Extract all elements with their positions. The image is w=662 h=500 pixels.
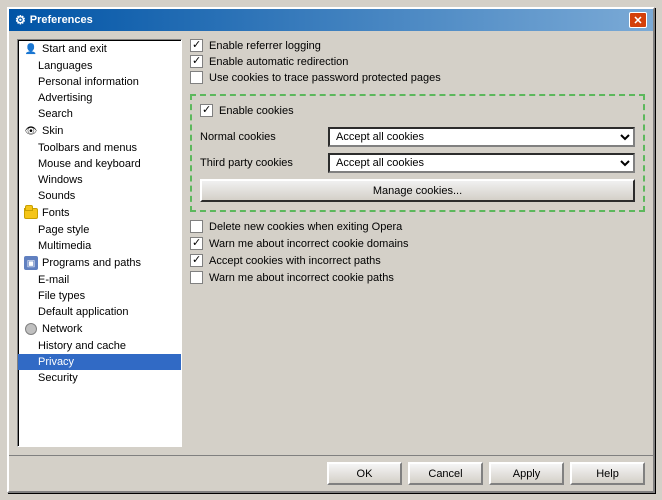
use-cookies-trace-checkbox[interactable] [190,71,203,84]
auto-redirect-row: Enable automatic redirection [190,55,645,68]
enable-redirect-checkbox[interactable] [190,55,203,68]
network-icon [24,322,38,336]
close-button[interactable]: ✕ [629,12,647,28]
cookies-box: Enable cookies Normal cookies Accept all… [190,94,645,212]
delete-new-cookies-row: Delete new cookies when exiting Opera [190,220,645,233]
sidebar-item-security[interactable]: Security [18,370,181,386]
sidebar-item-programs-paths[interactable]: ▣ Programs and paths [18,254,181,272]
warn-incorrect-paths-row: Warn me about incorrect cookie paths [190,271,645,284]
enable-cookies-row: Enable cookies [200,104,635,117]
sidebar-item-privacy[interactable]: Privacy [18,354,181,370]
bottom-checkboxes: Delete new cookies when exiting Opera Wa… [190,220,645,284]
sidebar-item-mouse-keyboard[interactable]: Mouse and keyboard [18,156,181,172]
sidebar-item-personal-info[interactable]: Personal information [18,74,181,90]
content-area: 👤 Start and exit Languages Personal info… [9,31,653,455]
normal-cookies-dropdown[interactable]: Accept all cookies Accept only from this… [328,127,635,147]
third-party-cookies-dropdown[interactable]: Accept all cookies Accept only from this… [328,153,635,173]
warn-incorrect-domains-row: Warn me about incorrect cookie domains [190,237,645,250]
help-button[interactable]: Help [570,462,645,485]
sidebar-item-advertising[interactable]: Advertising [18,90,181,106]
sidebar-item-search[interactable]: Search [18,106,181,122]
title-bar-text: ⚙ Preferences [15,13,93,27]
sidebar-item-email[interactable]: E-mail [18,272,181,288]
trace-cookies-row: Use cookies to trace password protected … [190,71,645,84]
third-party-cookies-row: Third party cookies Accept all cookies A… [200,153,635,173]
sidebar-item-default-application[interactable]: Default application [18,304,181,320]
folder-icon [24,206,38,220]
sidebar-item-network[interactable]: Network [18,320,181,338]
sidebar-item-windows[interactable]: Windows [18,172,181,188]
enable-referrer-checkbox[interactable] [190,39,203,52]
top-checkboxes: Enable referrer logging Enable automatic… [190,39,645,84]
warn-incorrect-paths-checkbox[interactable] [190,271,203,284]
sidebar: 👤 Start and exit Languages Personal info… [17,39,182,447]
main-panel: Enable referrer logging Enable automatic… [190,39,645,447]
manage-cookies-button[interactable]: Manage cookies... [200,179,635,202]
window-icon: ⚙ [15,13,26,27]
sidebar-item-file-types[interactable]: File types [18,288,181,304]
title-bar: ⚙ Preferences ✕ [9,9,653,31]
warn-incorrect-domains-checkbox[interactable] [190,237,203,250]
sidebar-item-start-exit[interactable]: 👤 Start and exit [18,40,181,58]
enable-cookies-checkbox[interactable] [200,104,213,117]
sidebar-item-languages[interactable]: Languages [18,58,181,74]
referrer-logging-row: Enable referrer logging [190,39,645,52]
sidebar-item-sounds[interactable]: Sounds [18,188,181,204]
sidebar-item-history-cache[interactable]: History and cache [18,338,181,354]
accept-incorrect-paths-row: Accept cookies with incorrect paths [190,254,645,267]
sidebar-item-skin[interactable]: 👁 Skin [18,122,181,140]
accept-incorrect-paths-checkbox[interactable] [190,254,203,267]
normal-cookies-row: Normal cookies Accept all cookies Accept… [200,127,635,147]
person-icon: 👤 [24,42,38,56]
eye-icon: 👁 [24,124,38,138]
sidebar-item-multimedia[interactable]: Multimedia [18,238,181,254]
sidebar-item-page-style[interactable]: Page style [18,222,181,238]
bottom-bar: OK Cancel Apply Help [9,455,653,491]
programs-icon: ▣ [24,256,38,270]
delete-new-cookies-checkbox[interactable] [190,220,203,233]
apply-button[interactable]: Apply [489,462,564,485]
cancel-button[interactable]: Cancel [408,462,483,485]
ok-button[interactable]: OK [327,462,402,485]
preferences-window: ⚙ Preferences ✕ 👤 Start and exit Languag… [7,7,655,493]
sidebar-item-toolbars[interactable]: Toolbars and menus [18,140,181,156]
sidebar-item-fonts[interactable]: Fonts [18,204,181,222]
